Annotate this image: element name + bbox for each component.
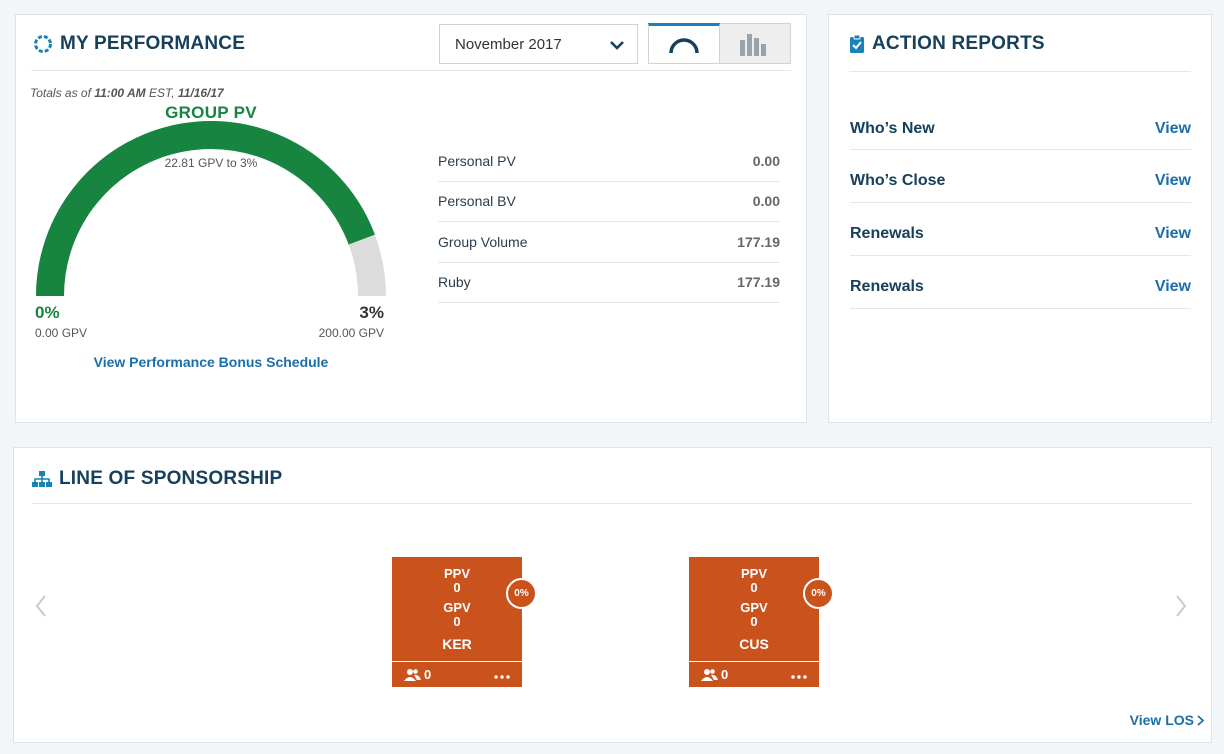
chevron-right-icon: [1197, 714, 1204, 726]
month-select[interactable]: November 2017: [439, 24, 638, 64]
totals-time: 11:00 AM: [94, 86, 146, 100]
view-los-link[interactable]: View LOS: [1130, 712, 1204, 728]
gauge-label: GROUP PV: [165, 103, 257, 122]
totals-as-of: Totals as of 11:00 AM EST, 11/16/17: [30, 86, 224, 100]
stat-value: 177.19: [737, 233, 780, 250]
performance-ring-icon: [33, 34, 53, 54]
gauge-min-gpv: 0.00 GPV: [35, 326, 88, 340]
report-name[interactable]: Renewals: [850, 278, 924, 296]
chevron-right-icon: [1176, 595, 1187, 617]
chevron-left-icon: [35, 595, 46, 617]
month-select-value: November 2017: [455, 35, 562, 53]
node-footer: 0: [689, 661, 819, 687]
node-gpv-value: 0: [453, 614, 461, 629]
node-ppv-label: PPV: [443, 566, 470, 581]
stat-row: Ruby 177.19: [438, 263, 780, 303]
divider: [32, 503, 1192, 504]
more-icon[interactable]: [791, 667, 807, 682]
stat-label: Personal BV: [438, 193, 516, 210]
node-members: 0: [404, 667, 431, 682]
gauge-center: GROUP PV 177.19 22.81 GPV to 3%: [16, 103, 406, 170]
view-toggle: [648, 23, 791, 64]
stat-label: Personal PV: [438, 152, 516, 169]
divider: [849, 71, 1191, 72]
view-los-text: View LOS: [1129, 712, 1194, 728]
users-icon: [404, 668, 421, 681]
stat-row: Personal BV 0.00: [438, 182, 780, 222]
report-view-link[interactable]: View: [1155, 225, 1191, 243]
users-icon: [701, 668, 718, 681]
node-members: 0: [701, 667, 728, 682]
stat-value: 177.19: [737, 274, 780, 291]
action-reports-list: Who’s New View Who’s Close View Renewals…: [850, 109, 1191, 309]
report-view-link[interactable]: View: [1155, 278, 1191, 296]
node-footer: 0: [392, 661, 522, 687]
node-member-count: 0: [424, 667, 432, 682]
performance-stats: Personal PV 0.00 Personal BV 0.00 Group …: [438, 141, 780, 303]
gauge-value: 177.19: [169, 121, 253, 151]
report-name[interactable]: Who’s Close: [850, 172, 945, 190]
more-icon[interactable]: [494, 667, 510, 682]
clipboard-check-icon: [849, 34, 865, 54]
divider: [31, 70, 791, 71]
sponsor-node[interactable]: PPV 0 GPV 0 CUS 0% 0: [689, 557, 834, 687]
view-bonus-schedule-link[interactable]: View Performance Bonus Schedule: [16, 354, 406, 370]
los-title: LINE OF SPONSORSHIP: [32, 468, 282, 490]
report-row: Who’s Close View: [850, 150, 1191, 203]
node-member-count: 0: [721, 667, 729, 682]
node-gpv-value: 0: [750, 614, 758, 629]
gauge-subtext: 22.81 GPV to 3%: [164, 156, 258, 170]
gauge-max-percent: 3%: [359, 303, 384, 322]
stat-row: Personal PV 0.00: [438, 141, 780, 182]
report-row: Who’s New View: [850, 109, 1191, 150]
node-name: KER: [442, 636, 472, 652]
action-reports-title-text: ACTION REPORTS: [872, 33, 1045, 54]
carousel-prev-button[interactable]: [34, 594, 48, 623]
los-title-text: LINE OF SPONSORSHIP: [59, 468, 283, 489]
node-percent-badge: 0%: [506, 578, 537, 609]
my-performance-title-text: MY PERFORMANCE: [60, 33, 246, 54]
carousel-next-button[interactable]: [1174, 594, 1188, 623]
action-reports-title: ACTION REPORTS: [849, 33, 1045, 55]
report-row: Renewals View: [850, 256, 1191, 309]
node-ppv-value: 0: [750, 580, 758, 595]
line-of-sponsorship-card: LINE OF SPONSORSHIP PPV 0 GPV 0 KER 0% 0: [13, 447, 1212, 743]
report-view-link[interactable]: View: [1155, 120, 1191, 138]
report-name[interactable]: Renewals: [850, 225, 924, 243]
totals-prefix: Totals as of: [30, 86, 91, 100]
bar-chart-icon: [739, 33, 766, 56]
node-gpv-label: GPV: [443, 600, 471, 615]
report-view-link[interactable]: View: [1155, 172, 1191, 190]
node-ppv-label: PPV: [740, 566, 767, 581]
stat-row: Group Volume 177.19: [438, 222, 780, 263]
org-chart-icon: [32, 470, 52, 488]
sponsor-node[interactable]: PPV 0 GPV 0 KER 0% 0: [392, 557, 537, 687]
node-percent-badge: 0%: [803, 578, 834, 609]
gauge-view-icon: [669, 37, 699, 53]
node-ppv-value: 0: [453, 580, 461, 595]
stat-value: 0.00: [752, 152, 780, 169]
totals-date: 11/16/17: [177, 86, 224, 100]
stat-label: Ruby: [438, 274, 471, 291]
gauge-max-gpv: 200.00 GPV: [318, 326, 384, 340]
chevron-down-icon: [609, 37, 625, 57]
gauge-view-button[interactable]: [648, 23, 720, 64]
stat-label: Group Volume: [438, 233, 528, 250]
node-gpv-label: GPV: [740, 600, 768, 615]
gauge-min-percent: 0%: [35, 303, 60, 322]
bar-chart-view-button[interactable]: [719, 23, 791, 64]
my-performance-card: MY PERFORMANCE November 2017 Totals as o…: [15, 14, 807, 423]
totals-zone: EST,: [148, 86, 175, 100]
node-name: CUS: [739, 636, 769, 652]
report-row: Renewals View: [850, 203, 1191, 256]
my-performance-title: MY PERFORMANCE: [33, 33, 245, 55]
report-name[interactable]: Who’s New: [850, 120, 935, 138]
action-reports-card: ACTION REPORTS Who’s New View Who’s Clos…: [828, 14, 1212, 423]
stat-value: 0.00: [752, 193, 780, 210]
